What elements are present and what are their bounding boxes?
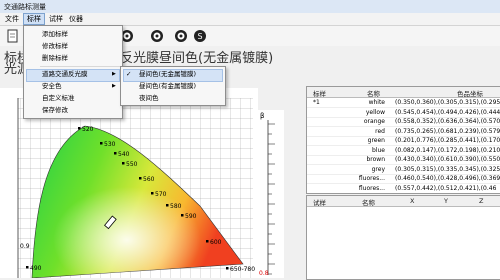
col-chromaticity[interactable]: 色品坐标: [457, 88, 483, 98]
row-name: grey: [371, 165, 385, 173]
row-name: red: [375, 127, 385, 135]
page-subtitle: 反光膜昼间色(无金属镀膜): [120, 51, 274, 66]
table-row[interactable]: fluores... (0.557,0.442),(0.512,0.421),(0…: [307, 184, 500, 193]
wavelength-marker: [26, 266, 29, 269]
col-name[interactable]: 名称: [367, 88, 380, 98]
check-icon: ✓: [126, 70, 132, 78]
beta-scale: β 0.8: [258, 110, 284, 278]
settings-s-icon[interactable]: S: [193, 29, 207, 43]
color-wheel-icon[interactable]: [174, 29, 188, 43]
table-row[interactable]: blue (0.082,0.147),(0.172,0.198),(0.210,: [307, 146, 500, 156]
col-z[interactable]: Z: [479, 197, 483, 205]
standard-menu: 添加标样 修改标样 删除标样 道路交通反光膜 ▶ 安全色 ▶ 自定义标准 保存修…: [23, 25, 123, 119]
svg-text:S: S: [197, 32, 202, 41]
row-chromaticity: (0.082,0.147),(0.172,0.198),(0.210,: [395, 146, 500, 154]
beta-bottom-label: 0.8: [259, 270, 269, 277]
row-chromaticity: (0.350,0.360),(0.305,0.315),(0.295,: [395, 99, 500, 106]
beta-label: β: [260, 112, 264, 120]
col-x[interactable]: X: [410, 197, 414, 205]
wavelength-label: 650-780: [230, 266, 255, 273]
table-row[interactable]: green (0.201,0.776),(0.285,0.441),(0.170,: [307, 136, 500, 146]
table-row[interactable]: brown (0.430,0.340),(0.610,0.390),(0.550,: [307, 155, 500, 165]
table-row[interactable]: grey (0.305,0.315),(0.335,0.345),(0.325,: [307, 165, 500, 175]
row-name: fluores...: [358, 184, 385, 192]
row-index: *1: [313, 99, 320, 106]
menu-road-traffic-film[interactable]: 道路交通反光膜: [42, 69, 88, 80]
wavelength-label: 590: [185, 213, 197, 220]
col-sample[interactable]: 试样: [313, 197, 326, 207]
window-title: 交通路标测量: [4, 3, 46, 11]
col-standard[interactable]: 标样: [313, 88, 326, 98]
title-bar: 交通路标测量: [0, 0, 500, 14]
standard-table: 标样 名称 色品坐标 *1 white (0.350,0.360),(0.305,0…: [306, 86, 500, 194]
target-icon[interactable]: [150, 29, 164, 43]
table-row[interactable]: fluores... (0.460,0.540),(0.428,0.496),(0…: [307, 174, 500, 184]
menu-safety-color[interactable]: 安全色: [42, 81, 62, 92]
submenu-day-no-metal[interactable]: 昼间色(无金属镀膜): [139, 69, 196, 80]
wavelength-label: 560: [143, 176, 155, 183]
wavelength-marker: [206, 240, 209, 243]
row-chromaticity: (0.735,0.265),(0.681,0.239),(0.579,: [395, 127, 500, 135]
wavelength-marker: [226, 267, 229, 270]
menu-delete-standard[interactable]: 删除标样: [42, 53, 68, 64]
row-name: yellow: [365, 108, 385, 116]
wavelength-marker: [114, 152, 117, 155]
submenu-night[interactable]: 夜间色: [139, 93, 159, 104]
wavelength-label: 580: [170, 203, 182, 210]
submenu-arrow-icon: ▶: [112, 83, 116, 89]
wavelength-label: 570: [155, 191, 167, 198]
wavelength-marker: [139, 177, 142, 180]
row-chromaticity: (0.305,0.315),(0.335,0.345),(0.325,: [395, 165, 500, 173]
row-chromaticity: (0.460,0.540),(0.428,0.496),(0.369,: [395, 175, 500, 182]
row-chromaticity: (0.557,0.442),(0.512,0.421),(0.46: [395, 184, 497, 192]
menu-instrument[interactable]: 仪器: [66, 14, 86, 24]
row-name: green: [367, 137, 385, 144]
wavelength-label: 600: [210, 239, 222, 246]
wavelength-marker: [78, 127, 81, 130]
row-name: brown: [366, 156, 385, 163]
wavelength-marker: [122, 162, 125, 165]
wavelength-label: 540: [118, 151, 130, 158]
table-row[interactable]: *1 white (0.350,0.360),(0.305,0.315),(0.29…: [307, 98, 500, 108]
submenu-arrow-icon: ▶: [112, 71, 116, 77]
y-tick-label: 0.9: [20, 243, 30, 250]
row-chromaticity: (0.558,0.352),(0.636,0.364),(0.570,: [395, 118, 500, 125]
row-chromaticity: (0.201,0.776),(0.285,0.441),(0.170,: [395, 137, 500, 144]
wavelength-marker: [100, 142, 103, 145]
menu-custom-standard[interactable]: 自定义标准: [42, 93, 75, 104]
menu-save-changes[interactable]: 保存修改: [42, 105, 68, 116]
table-row[interactable]: yellow (0.545,0.454),(0.494,0.426),(0.444…: [307, 108, 500, 118]
row-name: white: [368, 99, 385, 106]
row-name: orange: [363, 118, 385, 125]
row-name: blue: [372, 146, 385, 154]
wavelength-label: 520: [82, 126, 94, 133]
row-name: fluores...: [358, 175, 385, 182]
table-row[interactable]: orange (0.558,0.352),(0.636,0.364),(0.570…: [307, 117, 500, 127]
menu-file[interactable]: 文件: [2, 14, 22, 24]
submenu-day-metal[interactable]: 昼间色(有金属镀膜): [139, 81, 196, 92]
col-y[interactable]: Y: [444, 197, 448, 205]
menu-standard[interactable]: 标样: [23, 13, 45, 25]
wavelength-marker: [166, 204, 169, 207]
wavelength-marker: [181, 214, 184, 217]
sample-table: 试样 名称 X Y Z: [306, 195, 500, 280]
wavelength-label: 550: [126, 161, 138, 168]
wavelength-label: 490: [30, 265, 42, 272]
new-document-icon[interactable]: [6, 29, 20, 43]
menu-add-standard[interactable]: 添加标样: [42, 29, 68, 40]
menu-sample[interactable]: 试样: [46, 14, 66, 24]
menu-edit-standard[interactable]: 修改标样: [42, 41, 68, 52]
wavelength-label: 530: [104, 141, 116, 148]
wavelength-marker: [151, 192, 154, 195]
reflective-film-submenu: ✓ 昼间色(无金属镀膜) 昼间色(有金属镀膜) 夜间色: [120, 66, 226, 106]
row-chromaticity: (0.430,0.340),(0.610,0.390),(0.550,: [395, 156, 500, 163]
row-chromaticity: (0.545,0.454),(0.494,0.426),(0.444,: [395, 108, 500, 116]
table-row[interactable]: red (0.735,0.265),(0.681,0.239),(0.579,: [307, 127, 500, 137]
col-sample-name[interactable]: 名称: [362, 197, 375, 207]
